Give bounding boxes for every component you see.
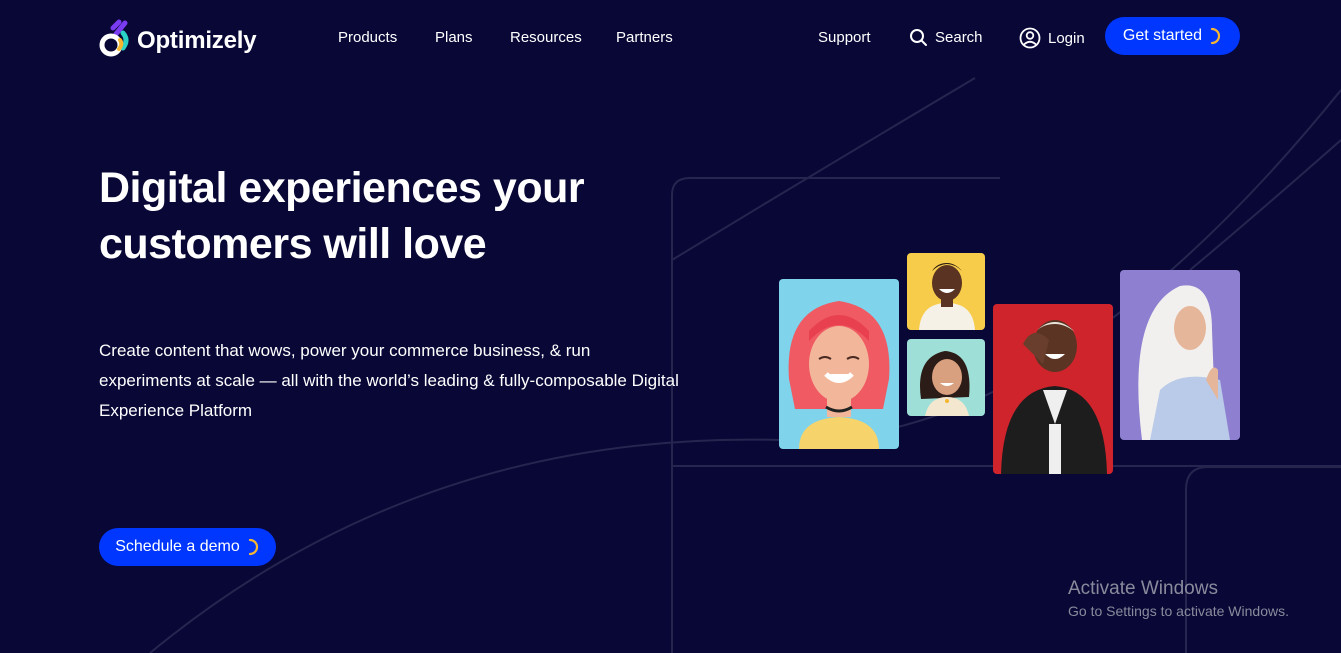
schedule-demo-button[interactable]: Schedule a demo [99, 528, 276, 566]
customer-photo-laughing-yellow [907, 253, 985, 330]
optimizely-logo-icon [99, 19, 129, 57]
customer-photo-curly-hair [907, 339, 985, 416]
customer-photo-man-laughing [993, 304, 1113, 474]
nav-item-partners[interactable]: Partners [616, 29, 673, 46]
brand-name: Optimizely [137, 27, 257, 54]
hero-subtitle: Create content that wows, power your com… [99, 341, 679, 420]
nav-item-plans[interactable]: Plans [435, 29, 473, 46]
hero-title-line-2: customers will love [99, 220, 487, 268]
nav-item-products[interactable]: Products [338, 29, 397, 46]
watermark-subtitle: Go to Settings to activate Windows. [1068, 603, 1289, 619]
nav-support-link[interactable]: Support [818, 29, 871, 46]
get-started-label: Get started [1122, 27, 1203, 44]
login-label: Login [1048, 29, 1085, 47]
top-navigation: Optimizely Products Plans Resources Part… [0, 0, 1341, 78]
schedule-demo-label: Schedule a demo [115, 538, 240, 555]
brand-logo-link[interactable]: Optimizely [99, 18, 257, 58]
search-label: Search [935, 29, 983, 46]
nav-login-link[interactable]: Login [1019, 27, 1085, 49]
hero-title-line-1: Digital experiences your [99, 164, 585, 212]
nav-search-button[interactable]: Search [909, 28, 983, 47]
search-icon [910, 29, 927, 46]
windows-activation-watermark: Activate Windows Go to Settings to activ… [1068, 577, 1289, 621]
loading-spinner-icon [1210, 27, 1221, 45]
customer-photo-red-hair [779, 279, 899, 449]
customer-photo-hijab [1120, 270, 1240, 440]
watermark-title: Activate Windows [1068, 578, 1218, 599]
loading-spinner-icon [248, 538, 258, 556]
user-circle-icon [1019, 27, 1041, 49]
nav-item-resources[interactable]: Resources [510, 29, 582, 46]
get-started-button[interactable]: Get started [1105, 17, 1240, 55]
hero-title: Digital experiences your customers will … [99, 160, 659, 272]
